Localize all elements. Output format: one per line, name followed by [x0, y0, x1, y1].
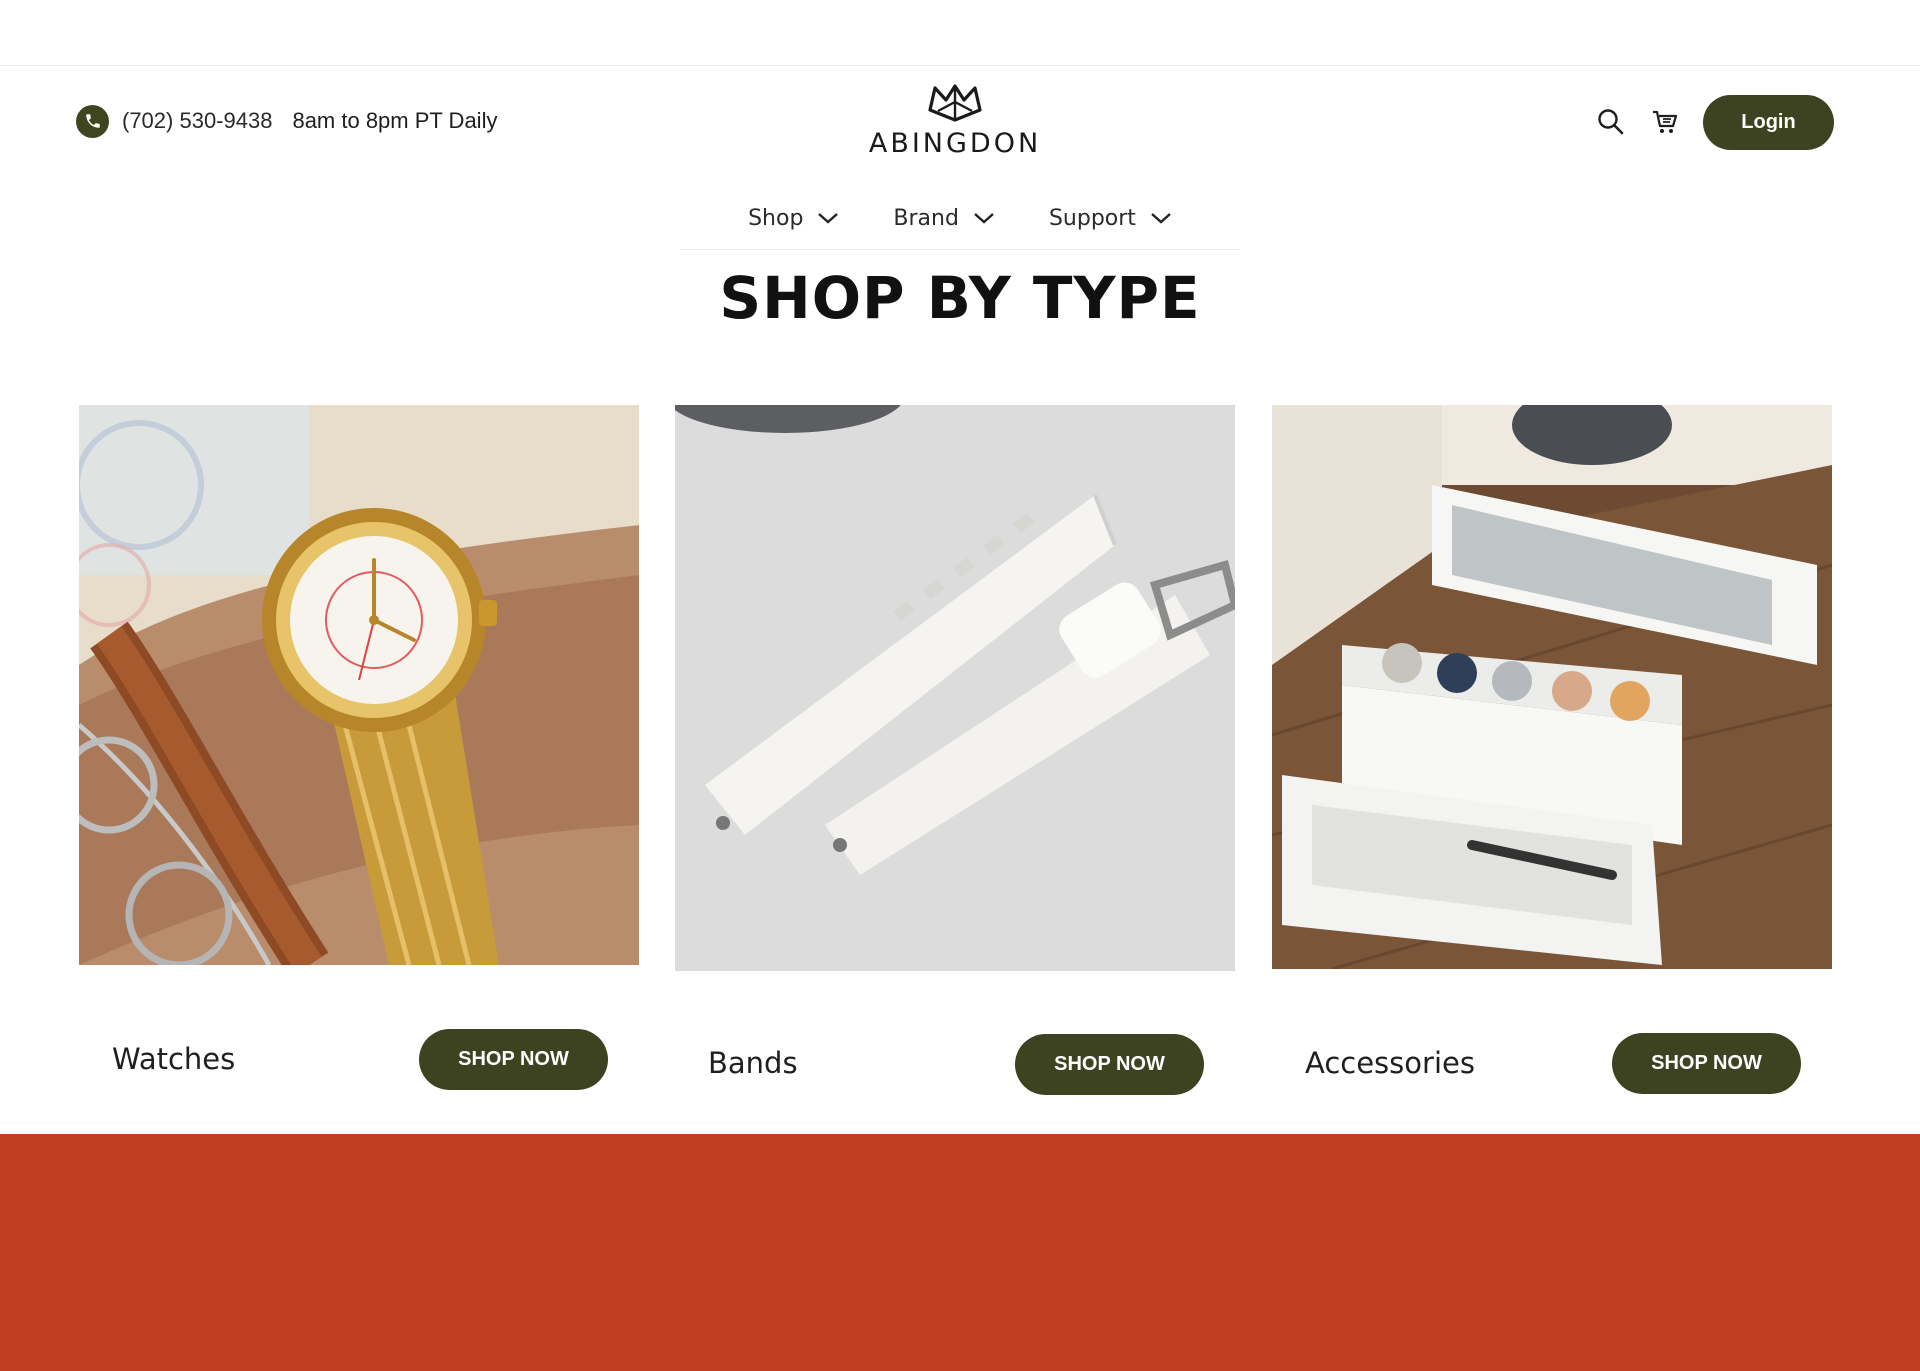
category-card-bands: Bands SHOP NOW: [675, 405, 1235, 1132]
phone-icon: [76, 104, 109, 138]
section-title: SHOP BY TYPE: [719, 264, 1201, 332]
card-label: Watches: [112, 1042, 236, 1076]
nav-divider: [680, 249, 1240, 250]
category-card-watches: Watches SHOP NOW: [79, 405, 639, 1132]
contact-info: (702) 530-9438 8am to 8pm PT Daily: [76, 104, 497, 138]
search-icon[interactable]: [1595, 106, 1627, 138]
phone-number-link[interactable]: (702) 530-9438: [122, 108, 272, 134]
main-nav: Shop Brand Support: [0, 196, 1920, 240]
support-hours: 8am to 8pm PT Daily: [292, 108, 498, 133]
nav-item-label: Support: [1048, 205, 1136, 231]
logo-icon: [928, 84, 982, 122]
nav-item-support[interactable]: Support: [1049, 196, 1172, 240]
accessories-image[interactable]: [1272, 405, 1832, 969]
shop-now-button[interactable]: SHOP NOW: [1015, 1034, 1204, 1095]
bands-image[interactable]: [675, 405, 1235, 971]
footer-band: [0, 1134, 1920, 1371]
nav-item-shop[interactable]: Shop: [748, 196, 839, 240]
top-strip: [0, 0, 1920, 66]
header-actions: Login: [1595, 94, 1834, 150]
chevron-down-icon: [1151, 213, 1171, 224]
brand-logo[interactable]: ABINGDON: [868, 80, 1042, 170]
shop-now-button[interactable]: SHOP NOW: [1612, 1033, 1801, 1094]
card-label: Bands: [708, 1046, 798, 1080]
shop-now-button[interactable]: SHOP NOW: [419, 1029, 608, 1090]
login-button[interactable]: Login: [1703, 94, 1834, 150]
cart-icon[interactable]: [1649, 106, 1681, 138]
brand-name: ABINGDON: [868, 128, 1042, 159]
watches-image[interactable]: [79, 405, 639, 965]
card-label: Accessories: [1305, 1046, 1475, 1080]
nav-item-label: Shop: [748, 205, 804, 231]
nav-item-brand[interactable]: Brand: [893, 196, 995, 240]
category-card-accessories: Accessories SHOP NOW: [1272, 405, 1832, 1132]
site-header: (702) 530-9438 8am to 8pm PT Daily ABING…: [0, 66, 1920, 256]
chevron-down-icon: [818, 213, 839, 224]
nav-item-label: Brand: [893, 205, 959, 231]
chevron-down-icon: [974, 213, 994, 224]
